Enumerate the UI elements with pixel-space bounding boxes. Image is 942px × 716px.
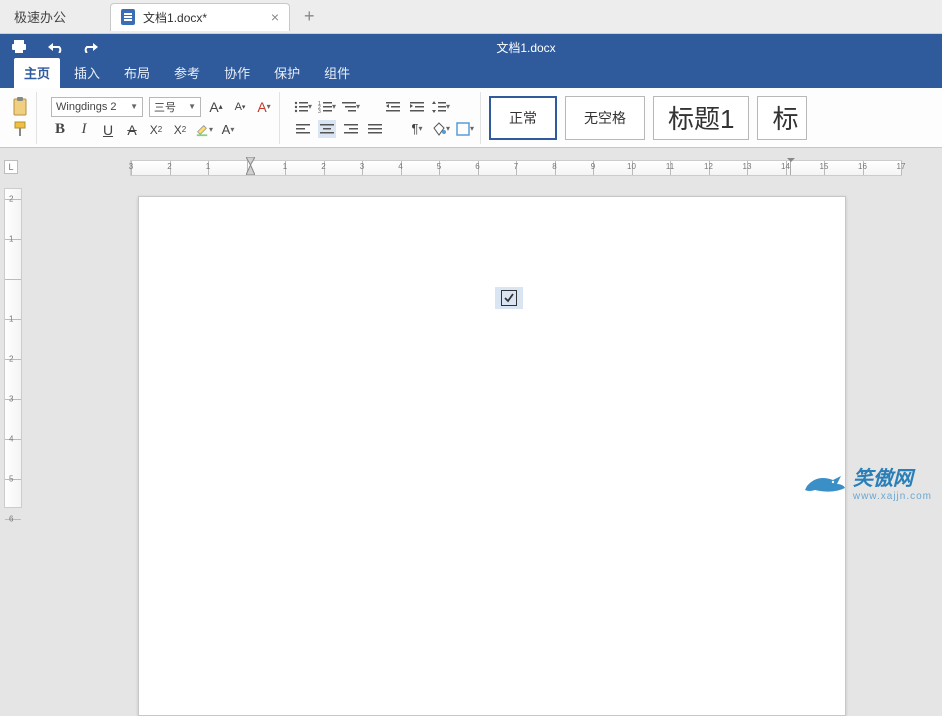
print-icon[interactable] bbox=[10, 38, 28, 56]
font-size-select[interactable]: 三号 ▼ bbox=[149, 97, 201, 117]
numbered-list-button[interactable]: 123▾ bbox=[318, 98, 336, 116]
superscript-button[interactable]: X2 bbox=[147, 121, 165, 139]
italic-button[interactable]: I bbox=[75, 121, 93, 139]
app-name: 极速办公 bbox=[0, 7, 80, 26]
bullet-list-button[interactable]: ▾ bbox=[294, 98, 312, 116]
style-heading-cut[interactable]: 标 bbox=[757, 96, 807, 140]
selected-checkbox-glyph[interactable] bbox=[495, 287, 523, 309]
ruler-corner[interactable]: L bbox=[4, 160, 18, 174]
undo-icon[interactable] bbox=[46, 38, 64, 56]
style-heading1[interactable]: 标题1 bbox=[653, 96, 749, 140]
bold-button[interactable]: B bbox=[51, 121, 69, 139]
increase-font-icon[interactable]: A▴ bbox=[207, 98, 225, 116]
font-size-value: 三号 bbox=[154, 99, 176, 115]
line-spacing-button[interactable]: ▾ bbox=[432, 98, 450, 116]
watermark-url: www.xajjn.com bbox=[853, 491, 932, 502]
horizontal-ruler[interactable]: 3211234567891011121314151617 bbox=[130, 160, 902, 176]
ribbon-tab-insert[interactable]: 插入 bbox=[64, 58, 110, 88]
format-painter-icon[interactable] bbox=[12, 120, 30, 138]
font-color-button[interactable]: A▾ bbox=[219, 121, 237, 139]
ribbon-tab-protect[interactable]: 保护 bbox=[264, 58, 310, 88]
paste-icon[interactable] bbox=[12, 98, 30, 116]
strikethrough-button[interactable]: A bbox=[123, 121, 141, 139]
ribbon-tab-reference[interactable]: 参考 bbox=[164, 58, 210, 88]
checkbox-icon bbox=[501, 290, 517, 306]
font-group: Wingdings 2 ▼ 三号 ▼ A▴ A▾ A▾ B I U A X2 X… bbox=[45, 92, 280, 144]
font-name-value: Wingdings 2 bbox=[56, 101, 117, 113]
change-case-icon[interactable]: A▾ bbox=[255, 98, 273, 116]
increase-indent-button[interactable] bbox=[408, 98, 426, 116]
decrease-indent-button[interactable] bbox=[384, 98, 402, 116]
indent-marker-icon[interactable] bbox=[246, 157, 255, 180]
ribbon-tab-home[interactable]: 主页 bbox=[14, 58, 60, 88]
align-right-button[interactable] bbox=[342, 120, 360, 138]
chevron-down-icon: ▼ bbox=[130, 102, 138, 111]
chevron-down-icon: ▼ bbox=[188, 102, 196, 111]
decrease-font-icon[interactable]: A▾ bbox=[231, 98, 249, 116]
document-page[interactable] bbox=[138, 196, 846, 716]
paragraph-mark-button[interactable]: ¶▾ bbox=[408, 120, 426, 138]
vertical-ruler[interactable]: 21123456 bbox=[4, 188, 22, 508]
shading-button[interactable]: ▾ bbox=[432, 120, 450, 138]
quick-access-toolbar bbox=[10, 38, 100, 56]
ribbon-tab-component[interactable]: 组件 bbox=[314, 58, 360, 88]
highlight-color-button[interactable]: ▾ bbox=[195, 121, 213, 139]
ribbon-tab-layout[interactable]: 布局 bbox=[114, 58, 160, 88]
right-margin-marker[interactable] bbox=[790, 161, 791, 175]
title-bar: 文档1.docx bbox=[0, 34, 942, 60]
document-tab[interactable]: 文档1.docx* × bbox=[110, 3, 290, 31]
style-no-spacing[interactable]: 无空格 bbox=[565, 96, 645, 140]
watermark: 笑傲网 www.xajjn.com bbox=[803, 462, 932, 502]
font-name-select[interactable]: Wingdings 2 ▼ bbox=[51, 97, 143, 117]
tab-bar: 极速办公 文档1.docx* × + bbox=[0, 0, 942, 34]
shark-icon bbox=[803, 470, 847, 494]
underline-button[interactable]: U bbox=[99, 121, 117, 139]
svg-text:3: 3 bbox=[318, 109, 321, 113]
paragraph-group: ▾ 123▾ ▾ ▾ ¶▾ ▾ ▾ bbox=[288, 92, 481, 144]
subscript-button[interactable]: X2 bbox=[171, 121, 189, 139]
align-center-button[interactable] bbox=[318, 120, 336, 138]
ribbon: Wingdings 2 ▼ 三号 ▼ A▴ A▾ A▾ B I U A X2 X… bbox=[0, 88, 942, 148]
align-justify-button[interactable] bbox=[366, 120, 384, 138]
redo-icon[interactable] bbox=[82, 38, 100, 56]
ribbon-tabs: 主页 插入 布局 参考 协作 保护 组件 bbox=[0, 60, 942, 88]
clipboard-group bbox=[6, 92, 37, 144]
align-left-button[interactable] bbox=[294, 120, 312, 138]
workspace: L 3211234567891011121314151617 21123456 … bbox=[0, 148, 942, 508]
add-tab-button[interactable]: + bbox=[304, 6, 315, 27]
multilevel-list-button[interactable]: ▾ bbox=[342, 98, 360, 116]
document-icon bbox=[121, 9, 135, 25]
borders-button[interactable]: ▾ bbox=[456, 120, 474, 138]
ribbon-tab-collab[interactable]: 协作 bbox=[214, 58, 260, 88]
watermark-brand: 笑傲网 bbox=[853, 468, 913, 490]
window-title: 文档1.docx bbox=[120, 39, 932, 56]
style-normal[interactable]: 正常 bbox=[489, 96, 557, 140]
close-tab-icon[interactable]: × bbox=[271, 9, 279, 25]
tab-label: 文档1.docx* bbox=[143, 9, 263, 26]
